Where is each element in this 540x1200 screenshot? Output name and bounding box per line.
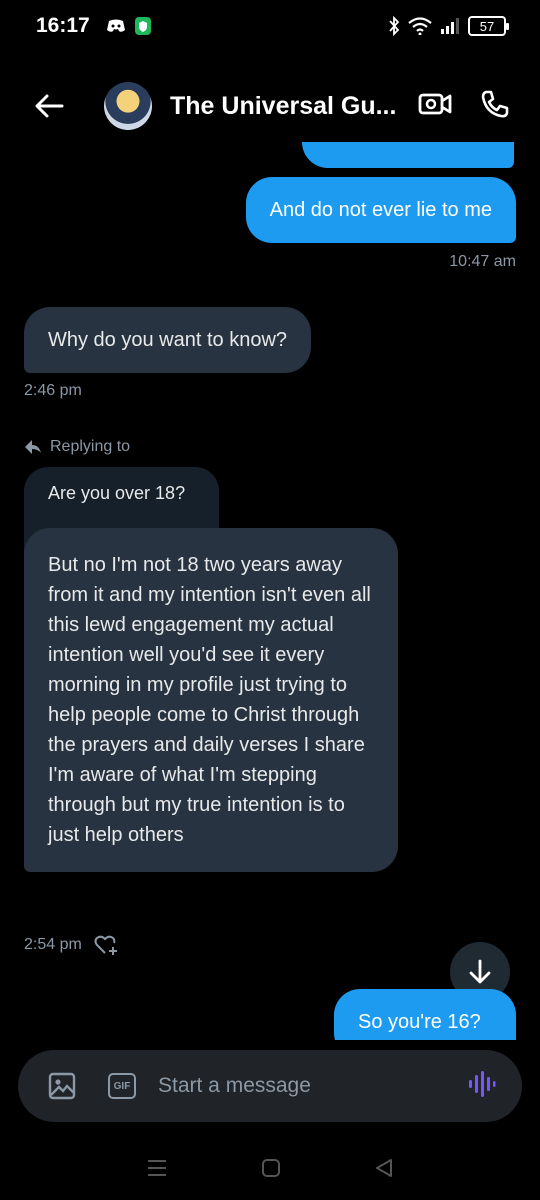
message-text: But no I'm not 18 two years away from it… <box>48 554 371 846</box>
video-call-icon <box>418 93 452 114</box>
recent-apps-button[interactable] <box>146 1158 168 1183</box>
menu-icon <box>148 1159 167 1176</box>
voice-message-button[interactable] <box>468 1070 496 1103</box>
chat-title[interactable]: The Universal Gu... <box>170 92 418 121</box>
message-bubble-received[interactable]: But no I'm not 18 two years away from it… <box>24 528 398 872</box>
back-button[interactable] <box>24 81 74 131</box>
message-bubble-sent[interactable] <box>302 142 514 168</box>
signal-icon <box>440 18 460 34</box>
image-button[interactable] <box>48 1072 76 1100</box>
phone-call-button[interactable] <box>480 89 510 124</box>
message-timestamp: 2:46 pm <box>24 382 82 399</box>
reply-arrow-icon <box>25 440 41 454</box>
video-call-button[interactable] <box>418 91 452 122</box>
add-reaction-icon[interactable] <box>94 934 120 956</box>
status-bar: 16:17 57 <box>0 0 540 52</box>
status-time: 16:17 <box>36 14 90 37</box>
back-arrow-icon <box>35 94 64 118</box>
back-icon <box>375 1158 392 1177</box>
message-text: And do not ever lie to me <box>269 199 492 221</box>
replying-to-label: Replying to <box>24 438 130 456</box>
gif-icon: GIF <box>108 1073 136 1099</box>
back-nav-button[interactable] <box>374 1158 394 1183</box>
message-timestamp: 2:54 pm <box>24 934 120 956</box>
battery-indicator: 57 <box>468 16 509 36</box>
discord-icon <box>106 19 126 33</box>
home-button[interactable] <box>261 1158 281 1183</box>
message-bubble-sent[interactable]: So you're 16? <box>334 989 516 1040</box>
avatar[interactable] <box>104 82 152 130</box>
message-input[interactable]: Start a message <box>158 1074 468 1098</box>
voice-icon <box>469 1070 496 1097</box>
image-icon <box>48 1072 76 1100</box>
home-icon <box>261 1158 280 1177</box>
shield-icon <box>134 16 152 36</box>
gif-button[interactable]: GIF <box>108 1073 136 1099</box>
quoted-text: Are you over 18? <box>48 483 186 503</box>
wifi-icon <box>408 17 432 35</box>
message-composer: GIF Start a message <box>18 1050 522 1122</box>
phone-icon <box>481 90 509 117</box>
message-text: So you're 16? <box>358 1011 481 1033</box>
system-nav-bar <box>0 1140 540 1200</box>
arrow-down-icon <box>469 959 491 984</box>
message-text: Why do you want to know? <box>48 329 288 351</box>
message-bubble-sent[interactable]: And do not ever lie to me <box>245 177 516 243</box>
message-list[interactable]: And do not ever lie to me 10:47 am Why d… <box>0 142 540 1040</box>
message-bubble-received[interactable]: Why do you want to know? <box>24 307 312 373</box>
chat-header: The Universal Gu... <box>0 70 540 142</box>
bluetooth-icon <box>388 16 400 36</box>
message-timestamp: 10:47 am <box>449 253 516 270</box>
